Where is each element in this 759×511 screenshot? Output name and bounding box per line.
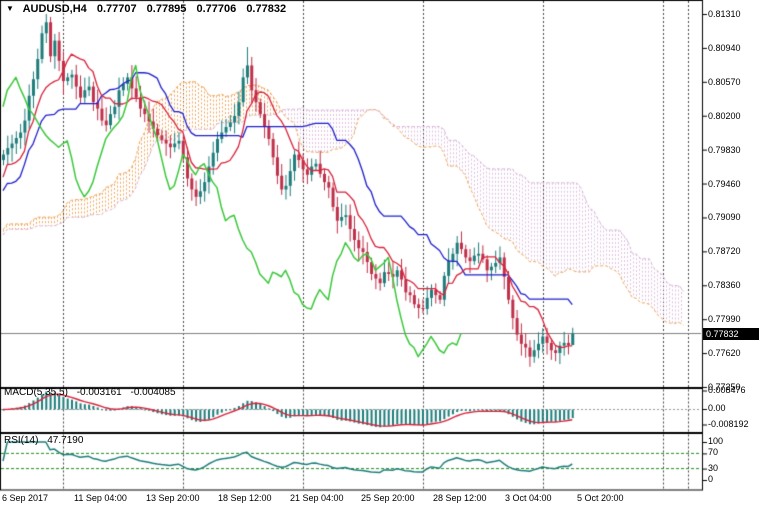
macd-tick-label: 0.008476 [708, 385, 746, 395]
time-tick-label: 25 Sep 20:00 [361, 493, 415, 503]
time-tick-label: 28 Sep 12:00 [433, 493, 487, 503]
symbol-dropdown-icon[interactable]: ▼ [6, 4, 14, 13]
rsi-tick-label: 0 [708, 474, 713, 484]
time-tick-label: 6 Sep 2017 [2, 493, 48, 503]
macd-name: MACD(5,35,5) [4, 387, 68, 398]
chart-title: ▼ AUDUSD,H4 0.77707 0.77895 0.77706 0.77… [6, 3, 286, 15]
rsi-tick-label: 100 [708, 436, 723, 446]
rsi-indicator-label: RSI(14) 47.7190 [4, 435, 83, 446]
ohlc-open: 0.77707 [97, 3, 137, 15]
rsi-name: RSI(14) [4, 435, 38, 446]
chart-window: ▼ AUDUSD,H4 0.77707 0.77895 0.77706 0.77… [0, 0, 759, 511]
time-tick-label: 13 Sep 20:00 [146, 493, 200, 503]
price-tick-label: 0.79090 [708, 212, 741, 222]
macd-value: -0.003161 [77, 387, 122, 398]
rsi-value: 47.7190 [47, 435, 83, 446]
rsi-tick-label: 30 [708, 463, 718, 473]
price-tick-label: 0.77620 [708, 348, 741, 358]
price-tick-label: 0.80570 [708, 77, 741, 87]
time-tick-label: 21 Sep 04:00 [290, 493, 344, 503]
ohlc-low: 0.77706 [196, 3, 236, 15]
current-price-value: 0.77832 [706, 329, 739, 339]
price-tick-label: 0.78720 [708, 246, 741, 256]
price-tick-label: 0.79830 [708, 145, 741, 155]
macd-indicator-label: MACD(5,35,5) -0.003161 -0.004085 [4, 387, 176, 398]
macd-signal-value: -0.004085 [131, 387, 176, 398]
price-tick-label: 0.81310 [708, 9, 741, 19]
price-tick-label: 0.80200 [708, 111, 741, 121]
time-tick-label: 11 Sep 04:00 [74, 493, 127, 503]
time-tick-label: 3 Oct 04:00 [505, 493, 552, 503]
ohlc-high: 0.77895 [147, 3, 187, 15]
time-tick-label: 5 Oct 20:00 [577, 493, 624, 503]
price-tick-label: 0.78360 [708, 280, 741, 290]
rsi-tick-label: 70 [708, 447, 718, 457]
time-tick-label: 18 Sep 12:00 [218, 493, 272, 503]
price-tick-label: 0.77990 [708, 314, 741, 324]
price-tick-label: 0.80940 [708, 43, 741, 53]
price-tick-label: 0.79460 [708, 179, 741, 189]
ohlc-close: 0.77832 [246, 3, 286, 15]
macd-tick-label: 0.00 [708, 403, 726, 413]
chart-canvas[interactable] [0, 0, 759, 511]
macd-tick-label: -0.008192 [708, 419, 749, 429]
symbol-period-label: AUDUSD,H4 [23, 3, 87, 15]
current-price-box: 0.77832 [703, 328, 759, 340]
